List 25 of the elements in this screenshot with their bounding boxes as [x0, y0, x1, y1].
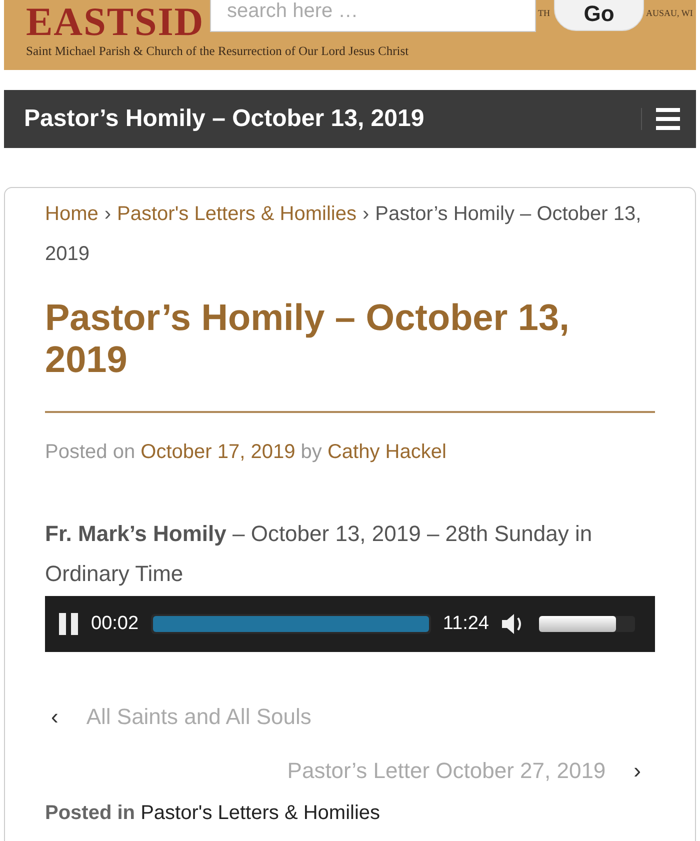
header-text: TH — [538, 8, 550, 18]
go-button[interactable]: Go — [554, 0, 644, 31]
category-link[interactable]: Pastor's Letters & Homilies — [140, 802, 380, 824]
current-time: 00:02 — [91, 613, 139, 635]
breadcrumb-trail: Home › Pastor's Letters & Homilies › Pastor’s Homily – October 13, 2019 — [45, 202, 642, 267]
breadcrumb-link[interactable]: Pastor's Letters & Homilies — [117, 203, 356, 225]
previous-arrow[interactable]: ‹ — [45, 704, 64, 730]
site-tagline: Saint Michael Parish & Church of the Resurrection of Our Lord Jesus Christ — [26, 44, 409, 59]
pause-icon[interactable] — [59, 613, 79, 635]
duration-time: 11:24 — [442, 613, 489, 635]
date-link[interactable]: October 17, 2019 — [140, 441, 296, 463]
page-title: Pastor’s Homily – October 13, 2019 — [24, 105, 424, 133]
meta-text: by — [300, 441, 322, 463]
next-arrow[interactable]: › — [628, 758, 647, 784]
volume-track[interactable] — [539, 616, 635, 632]
breadcrumb-link[interactable]: Home — [45, 203, 98, 225]
category-label: Posted in — [45, 802, 136, 824]
post-title: Pastor’s Homily – October 13, 2019 — [45, 297, 655, 413]
meta-text: Posted on — [45, 441, 136, 463]
menu-icon[interactable] — [641, 108, 680, 130]
author-link[interactable]: Cathy Hackel — [327, 441, 446, 463]
site-logo[interactable]: EASTSID — [26, 0, 204, 44]
search-field[interactable]: search here … — [210, 0, 536, 32]
post-intro: Fr. Mark’s Homily – October 13, 2019 – 28th Sunday in Ordinary Time — [45, 520, 594, 588]
header-text: AUSAU, WI — [646, 8, 693, 18]
